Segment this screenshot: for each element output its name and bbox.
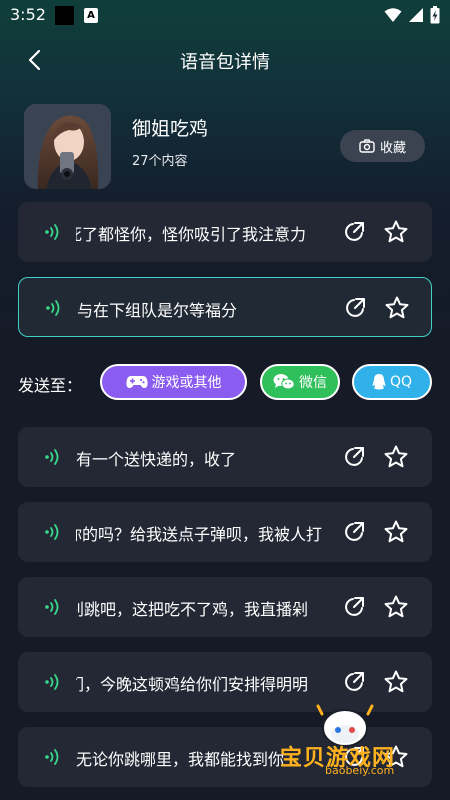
wechat-icon	[273, 374, 295, 390]
voice-text-clip: 别跳吧，这把吃不了鸡，我直播剁	[76, 577, 342, 637]
favorite-star-icon[interactable]	[383, 444, 409, 470]
battery-icon	[430, 6, 440, 24]
cellular-signal-icon	[409, 8, 423, 22]
share-icon[interactable]	[342, 595, 366, 619]
voice-text: 有一个送快递的，收了	[76, 450, 237, 469]
status-bar: 3:52 A	[0, 0, 450, 30]
share-icon[interactable]	[342, 670, 366, 694]
voice-item[interactable]: 死了都怪你，怪你吸引了我注意力	[18, 202, 432, 262]
favorite-star-icon[interactable]	[384, 295, 410, 321]
pack-name: 御姐吃鸡	[132, 118, 209, 140]
send-to-qq-button[interactable]: QQ	[352, 364, 432, 400]
voice-text: 死了都怪你，怪你吸引了我注意力	[76, 225, 307, 244]
voice-text-clip: 死了都怪你，怪你吸引了我注意力	[76, 202, 342, 262]
status-time: 3:52	[10, 5, 46, 24]
share-icon[interactable]	[342, 220, 366, 244]
watermark-url: baobeiy.com	[325, 764, 395, 777]
sound-wave-icon	[45, 524, 59, 540]
sound-wave-icon	[45, 224, 59, 240]
voice-text-clip: 你的吗？给我送点子弹呗，我被人打	[76, 502, 342, 562]
avatar-image	[24, 104, 111, 189]
sound-wave-icon	[45, 449, 59, 465]
favorite-star-icon[interactable]	[383, 519, 409, 545]
voice-text: 你的吗？给我送点子弹呗，我被人打	[76, 525, 323, 544]
voice-item-selected[interactable]: 与在下组队是尔等福分	[18, 277, 432, 337]
favorite-star-icon[interactable]	[383, 219, 409, 245]
favorite-star-icon[interactable]	[383, 669, 409, 695]
sound-wave-icon	[46, 300, 60, 316]
wifi-icon	[384, 8, 402, 22]
voice-text: 别跳吧，这把吃不了鸡，我直播剁	[76, 600, 309, 619]
send-to-game-button[interactable]: 游戏或其他	[100, 364, 247, 400]
send-to-wechat-button[interactable]: 微信	[260, 364, 340, 400]
sound-wave-icon	[45, 599, 59, 615]
camera-icon	[359, 139, 375, 153]
send-qq-label: QQ	[389, 374, 413, 390]
voice-item[interactable]: 有一个送快递的，收了	[18, 427, 432, 487]
pack-content-count: 27个内容	[132, 154, 188, 169]
share-icon[interactable]	[343, 296, 367, 320]
favorite-star-icon[interactable]	[383, 594, 409, 620]
collect-label: 收藏	[379, 140, 406, 156]
page-title: 语音包详情	[180, 52, 270, 73]
send-to-label: 发送至：	[18, 376, 83, 395]
voice-item[interactable]: 你的吗？给我送点子弹呗，我被人打	[18, 502, 432, 562]
voice-text: 与在下组队是尔等福分	[77, 301, 238, 320]
status-icons	[384, 6, 440, 24]
share-icon[interactable]	[342, 445, 366, 469]
voice-text-clip: 与在下组队是尔等福分	[77, 278, 343, 338]
qq-penguin-icon	[372, 374, 386, 390]
sound-wave-icon	[45, 674, 59, 690]
voice-text: 们，今晚这顿鸡给你们安排得明明	[76, 675, 309, 694]
voice-text: 无论你跳哪里，我都能找到你	[76, 750, 285, 769]
pack-avatar	[24, 104, 111, 189]
notification-icon	[55, 6, 74, 25]
voice-text-clip: 有一个送快递的，收了	[76, 427, 342, 487]
collect-button[interactable]: 收藏	[340, 130, 425, 162]
voice-item[interactable]: 别跳吧，这把吃不了鸡，我直播剁	[18, 577, 432, 637]
send-wechat-label: 微信	[299, 375, 327, 391]
share-icon[interactable]	[342, 520, 366, 544]
sound-wave-icon	[45, 749, 59, 765]
app-notification-icon: A	[84, 8, 98, 23]
gamepad-icon	[125, 376, 148, 388]
send-game-label: 游戏或其他	[151, 375, 222, 391]
